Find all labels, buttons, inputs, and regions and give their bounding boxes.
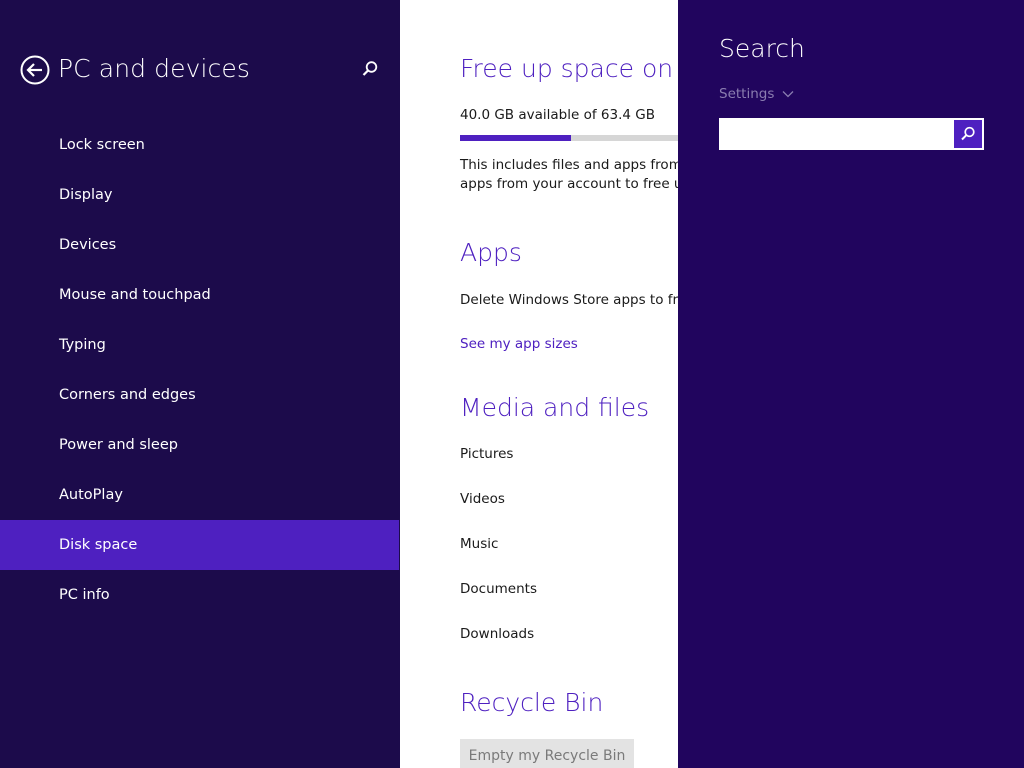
- apps-description: Delete Windows Store apps to free: [460, 292, 678, 308]
- nav-item-typing[interactable]: Typing: [0, 320, 400, 370]
- search-icon: [362, 61, 378, 76]
- nav-item-corners-and-edges[interactable]: Corners and edges: [0, 370, 400, 420]
- free-space-description-line1: This includes files and apps from al: [460, 157, 678, 173]
- back-button[interactable]: [20, 55, 50, 85]
- search-input[interactable]: [721, 120, 954, 148]
- nav-item-power-and-sleep[interactable]: Power and sleep: [0, 420, 400, 470]
- nav-item-pc-info[interactable]: PC info: [0, 570, 400, 620]
- search-submit-button[interactable]: [954, 120, 982, 148]
- search-charm: Search Settings: [678, 0, 1024, 768]
- disk-usage-fill: [460, 135, 571, 141]
- recycle-bin-heading: Recycle Bin: [460, 688, 604, 717]
- nav-item-display[interactable]: Display: [0, 170, 400, 220]
- media-item-videos[interactable]: Videos: [460, 491, 505, 507]
- apps-heading: Apps: [460, 238, 522, 267]
- search-icon: [961, 126, 975, 141]
- chevron-down-icon: [782, 86, 794, 102]
- nav-item-disk-space[interactable]: Disk space: [0, 520, 399, 570]
- media-item-documents[interactable]: Documents: [460, 581, 537, 597]
- charm-title: Search: [719, 34, 805, 63]
- search-button[interactable]: [361, 60, 379, 78]
- content-pane: Free up space on th 40.0 GB available of…: [400, 0, 678, 768]
- search-scope-dropdown[interactable]: Settings: [719, 86, 794, 102]
- available-space-text: 40.0 GB available of 63.4 GB: [460, 107, 655, 123]
- see-app-sizes-link[interactable]: See my app sizes: [460, 336, 578, 352]
- navigation-pane: PC and devices Lock screen Display Devic…: [0, 0, 400, 768]
- nav-item-mouse-and-touchpad[interactable]: Mouse and touchpad: [0, 270, 400, 320]
- search-box: [719, 118, 984, 150]
- nav-list: Lock screen Display Devices Mouse and to…: [0, 120, 400, 620]
- empty-recycle-bin-button[interactable]: Empty my Recycle Bin: [460, 739, 634, 768]
- media-item-music[interactable]: Music: [460, 536, 498, 552]
- nav-item-autoplay[interactable]: AutoPlay: [0, 470, 400, 520]
- page-title: PC and devices: [58, 54, 251, 83]
- back-arrow-icon: [20, 55, 50, 85]
- nav-item-devices[interactable]: Devices: [0, 220, 400, 270]
- nav-item-lock-screen[interactable]: Lock screen: [0, 120, 400, 170]
- free-space-description-line2: apps from your account to free up: [460, 176, 678, 192]
- media-item-pictures[interactable]: Pictures: [460, 446, 513, 462]
- media-item-downloads[interactable]: Downloads: [460, 626, 534, 642]
- disk-usage-bar: [460, 135, 678, 141]
- free-space-heading: Free up space on th: [460, 54, 678, 83]
- nav-header: PC and devices: [20, 54, 380, 88]
- search-scope-label: Settings: [719, 86, 775, 102]
- media-and-files-heading: Media and files: [460, 393, 650, 422]
